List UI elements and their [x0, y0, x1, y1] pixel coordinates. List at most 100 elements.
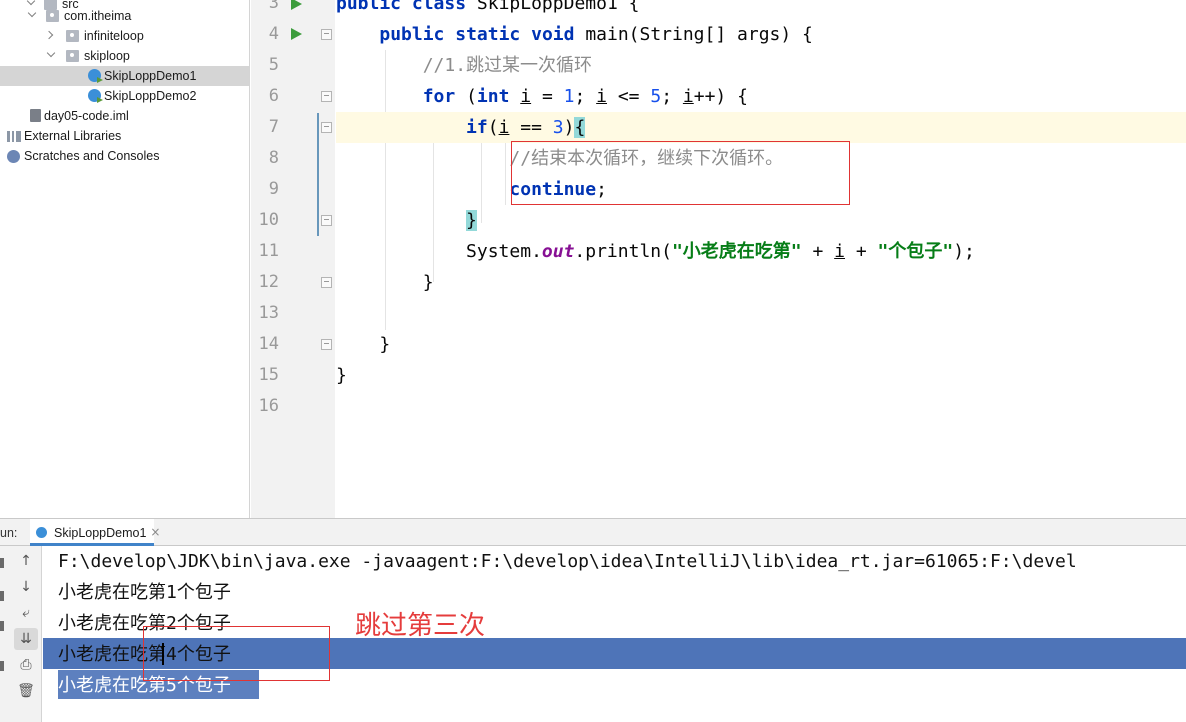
- tree-item-iml-file[interactable]: day05-code.iml: [0, 106, 249, 126]
- annotation-box-continue: [511, 141, 850, 205]
- fold-icon[interactable]: [321, 91, 332, 102]
- tree-item-skiploop[interactable]: skiploop: [0, 46, 249, 66]
- tab-label: SkipLoppDemo1: [54, 526, 147, 540]
- console-command-line[interactable]: F:\develop\JDK\bin\java.exe -javaagent:F…: [58, 546, 1077, 577]
- variable: i: [520, 86, 532, 107]
- code-line-10[interactable]: }: [336, 205, 1186, 236]
- scroll-up-icon[interactable]: ↑: [14, 550, 38, 572]
- brace: }: [336, 365, 347, 386]
- java-class-icon: [36, 527, 47, 538]
- tree-item-label: External Libraries: [24, 129, 122, 143]
- tree-item-external-libraries[interactable]: External Libraries: [0, 126, 249, 146]
- code-editor[interactable]: 3 4 5 6 7 8 9 10 11 12 13 14 15 16 publi…: [251, 0, 1186, 518]
- keyword: public: [379, 24, 445, 45]
- fold-icon[interactable]: [321, 339, 332, 350]
- fold-icon[interactable]: [321, 215, 332, 226]
- editor-gutter: 3 4 5 6 7 8 9 10 11 12 13 14 15 16: [251, 0, 335, 518]
- fold-icon[interactable]: [321, 29, 332, 40]
- tab-skiplopp-demo1[interactable]: SkipLoppDemo1 ×: [30, 519, 160, 546]
- code-line-15[interactable]: }: [336, 360, 1186, 391]
- run-strip-marker: [0, 591, 4, 601]
- tree-item-infiniteloop[interactable]: infiniteloop: [0, 26, 249, 46]
- library-icon: [7, 131, 21, 142]
- code-line-12[interactable]: }: [336, 267, 1186, 298]
- number-literal: 3: [552, 117, 564, 138]
- code-line-16[interactable]: [336, 391, 1186, 422]
- chevron-right-icon[interactable]: [44, 30, 54, 40]
- iml-file-icon: [30, 109, 41, 122]
- code-line-7[interactable]: if(i == 3){: [336, 112, 1186, 143]
- line-number: 10: [258, 210, 279, 230]
- line-number: 5: [268, 55, 279, 75]
- line-number: 3: [268, 0, 279, 13]
- code-line-11[interactable]: System.out.println("小老虎在吃第" + i + "个包子")…: [336, 236, 1186, 267]
- keyword: int: [476, 86, 510, 107]
- class-name: SkipLoppDemo1: [476, 0, 618, 14]
- tree-item-label: Scratches and Consoles: [24, 149, 160, 163]
- keyword: public: [336, 0, 402, 14]
- run-tool-window-header: un: SkipLoppDemo1 ×: [0, 518, 1186, 546]
- scroll-down-icon[interactable]: ↓: [14, 576, 38, 598]
- chevron-down-icon[interactable]: [27, 8, 37, 18]
- variable: i: [596, 86, 607, 107]
- operator: +: [801, 241, 835, 262]
- line-number: 8: [268, 148, 279, 168]
- keyword: static: [455, 24, 521, 45]
- tree-item-skiplopp-demo1[interactable]: SkipLoppDemo1: [0, 66, 249, 86]
- punctuation: =: [531, 86, 564, 107]
- punctuation: ++) {: [693, 86, 748, 107]
- code-line-4[interactable]: public static void main(String[] args) {: [336, 19, 1186, 50]
- variable: i: [498, 117, 510, 138]
- code-comment: //1.跳过某一次循环: [422, 55, 593, 76]
- line-number: 4: [268, 24, 279, 44]
- code-line-13[interactable]: [336, 298, 1186, 329]
- fold-icon[interactable]: [321, 122, 332, 133]
- code-line-5[interactable]: //1.跳过某一次循环: [336, 50, 1186, 81]
- number-literal: 5: [650, 86, 662, 107]
- soft-wrap-icon[interactable]: ⤶: [14, 602, 38, 624]
- matched-brace: {: [574, 117, 586, 138]
- tree-item-label: skiploop: [84, 49, 130, 63]
- tree-item-skiplopp-demo2[interactable]: SkipLoppDemo2: [0, 86, 249, 106]
- run-main-icon[interactable]: [291, 28, 302, 40]
- code-line-6[interactable]: for (int i = 1; i <= 5; i++) {: [336, 81, 1186, 112]
- tree-item-label: SkipLoppDemo1: [104, 69, 197, 83]
- run-class-icon[interactable]: [291, 0, 302, 10]
- close-icon[interactable]: ×: [150, 525, 160, 539]
- console-output-line[interactable]: 小老虎在吃第1个包子: [58, 577, 231, 608]
- chevron-down-icon[interactable]: [46, 48, 56, 58]
- trash-icon[interactable]: 🗑: [14, 680, 38, 702]
- code-line-14[interactable]: }: [336, 329, 1186, 360]
- java-class-icon: [88, 69, 101, 82]
- class-ref: System.: [466, 241, 542, 262]
- tree-item-scratches[interactable]: Scratches and Consoles: [0, 146, 249, 166]
- line-number: 16: [258, 396, 279, 416]
- number-literal: 1: [563, 86, 575, 107]
- line-number: 15: [258, 365, 279, 385]
- chevron-down-icon[interactable]: [26, 0, 36, 6]
- code-line-3[interactable]: public class SkipLoppDemo1 {: [336, 0, 1186, 19]
- keyword: void: [531, 24, 575, 45]
- run-strip-marker: [0, 621, 4, 631]
- scroll-to-end-icon[interactable]: ⇊: [14, 628, 38, 650]
- keyword: if: [466, 117, 488, 138]
- package-icon: [66, 50, 79, 62]
- variable: i: [834, 241, 846, 262]
- tree-item-com-itheima[interactable]: com.itheima: [0, 6, 249, 26]
- fold-icon[interactable]: [321, 277, 332, 288]
- project-tree: src com.itheima infiniteloop skiploop Sk…: [0, 0, 250, 518]
- brace: {: [628, 0, 640, 14]
- tree-item-label: day05-code.iml: [44, 109, 129, 123]
- keyword: for: [422, 86, 456, 107]
- run-toolbar: ↑ ↓ ⤶ ⇊ ⎙ 🗑: [0, 546, 42, 722]
- line-number: 12: [258, 272, 279, 292]
- scratches-icon: [7, 150, 20, 163]
- brace: }: [422, 272, 434, 293]
- line-number: 11: [258, 241, 279, 261]
- punctuation: ;: [574, 86, 597, 107]
- run-strip-marker: [0, 558, 4, 568]
- tree-item-label: infiniteloop: [84, 29, 144, 43]
- annotation-label: 跳过第三次: [355, 611, 486, 641]
- print-icon[interactable]: ⎙: [14, 654, 38, 676]
- operator: +: [845, 241, 878, 262]
